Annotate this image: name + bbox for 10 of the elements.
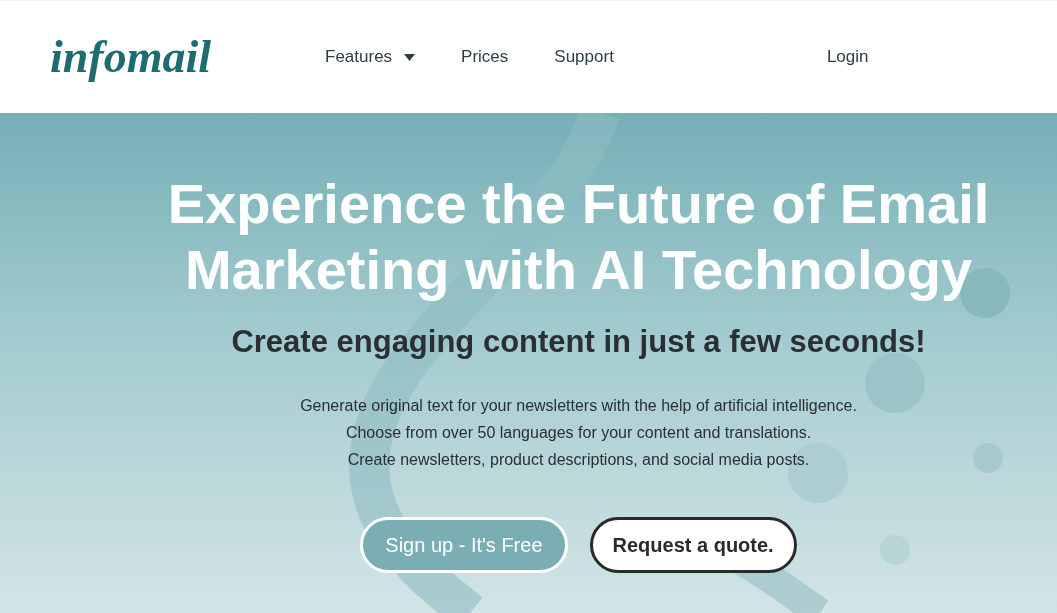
hero-title: Experience the Future of Email Marketing with AI Technology: [167, 171, 990, 303]
logo[interactable]: infomail: [50, 34, 280, 80]
nav-link[interactable]: Support: [554, 44, 614, 70]
hero-description: Generate original text for your newsletters with the help of artificial intelligence. Choose from over 50 languages for your content and translations. Create newsletters, product descriptions, and social media posts.: [300, 395, 857, 470]
nav-dropdown[interactable]: Features: [325, 44, 416, 70]
nav-link[interactable]: Prices: [461, 44, 509, 70]
hero-subtitle: Create engaging content in just a few seconds!: [231, 323, 926, 361]
caret-icon: [404, 53, 416, 61]
quote-button[interactable]: Request a quote.: [589, 516, 797, 573]
login-link[interactable]: Login: [826, 44, 869, 70]
